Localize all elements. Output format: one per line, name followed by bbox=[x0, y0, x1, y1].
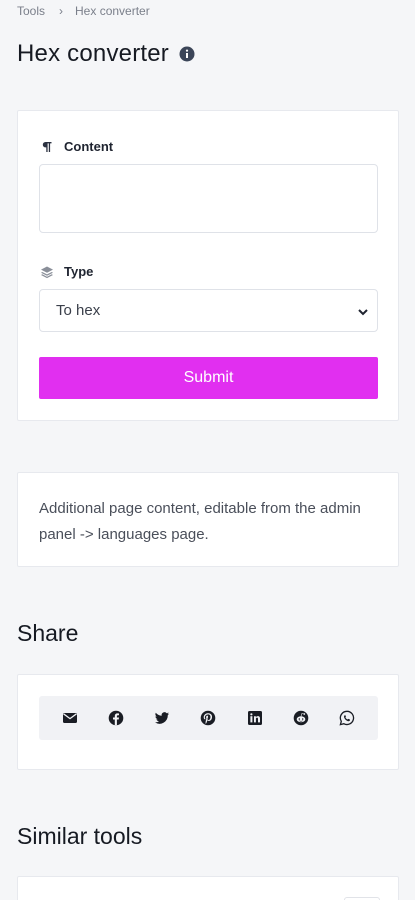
twitter-icon[interactable] bbox=[150, 706, 174, 730]
content-label: Content bbox=[40, 139, 113, 154]
reddit-icon[interactable] bbox=[289, 706, 313, 730]
additional-content-text: Additional page content, editable from t… bbox=[39, 500, 361, 543]
additional-content-card: Additional page content, editable from t… bbox=[17, 472, 399, 567]
similar-tools-title: Similar tools bbox=[17, 823, 143, 849]
converter-form-card: Content Type To hex Submit bbox=[17, 110, 399, 421]
email-icon[interactable] bbox=[58, 706, 82, 730]
facebook-icon[interactable] bbox=[104, 706, 128, 730]
share-card bbox=[17, 674, 399, 770]
whatsapp-icon[interactable] bbox=[335, 706, 359, 730]
page-title-text: Hex converter bbox=[17, 40, 169, 67]
breadcrumb-separator: › bbox=[59, 4, 64, 18]
chevron-down-icon bbox=[357, 305, 369, 317]
share-bar bbox=[39, 696, 378, 740]
breadcrumb-current: Hex converter bbox=[75, 4, 150, 18]
type-select[interactable]: To hex bbox=[39, 289, 378, 332]
breadcrumb: Tools › Hex converter bbox=[17, 4, 150, 18]
paragraph-icon bbox=[40, 140, 54, 154]
linkedin-icon[interactable] bbox=[243, 706, 267, 730]
page: Tools › Hex converter Hex converter Cont… bbox=[0, 0, 415, 900]
pinterest-icon[interactable] bbox=[196, 706, 220, 730]
submit-button[interactable]: Submit bbox=[39, 357, 378, 399]
info-icon[interactable] bbox=[179, 46, 195, 62]
type-label-text: Type bbox=[64, 264, 94, 279]
similar-tools-card bbox=[17, 876, 399, 900]
share-title: Share bbox=[17, 620, 79, 646]
type-label: Type bbox=[40, 264, 93, 279]
page-title: Hex converter bbox=[17, 40, 195, 68]
type-select-value: To hex bbox=[56, 302, 101, 319]
breadcrumb-tools-link[interactable]: Tools bbox=[17, 4, 45, 18]
content-label-text: Content bbox=[64, 139, 114, 154]
content-textarea[interactable] bbox=[39, 164, 378, 233]
layers-icon bbox=[40, 265, 54, 279]
